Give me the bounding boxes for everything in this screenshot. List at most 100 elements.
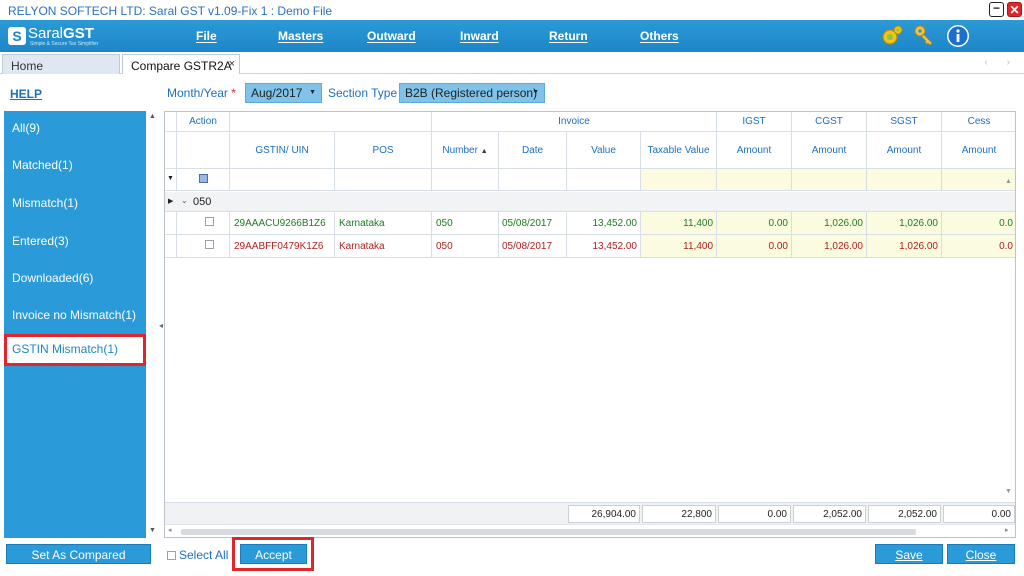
tab-scroll-arrows[interactable]: ‹ › <box>985 57 1018 68</box>
settings-gear-icon[interactable] <box>880 24 904 48</box>
row-gstin: 29AABFF0479K1Z6 <box>230 235 335 258</box>
sidebar-item-downloaded[interactable]: Downloaded(6) <box>4 263 146 291</box>
row-cgst: 1,026.00 <box>792 235 867 258</box>
row-select-checkbox[interactable] <box>177 235 230 258</box>
menu-return[interactable]: Return <box>549 29 588 43</box>
col-band-invoice: Invoice <box>432 112 717 132</box>
row-number: 050 <box>432 212 499 235</box>
grid-vertical-scrollbar[interactable]: ▲ ▼ <box>1003 178 1015 498</box>
info-icon[interactable] <box>946 24 970 48</box>
row-igst: 0.00 <box>717 212 792 235</box>
col-number[interactable]: Number ▲ <box>432 132 499 169</box>
month-year-label: Month/Year * <box>167 86 236 100</box>
col-gstin[interactable]: GSTIN/ UIN <box>230 132 335 169</box>
comparison-grid: Action Invoice IGST CGST SGST Cess GSTIN… <box>164 111 1016 538</box>
collapse-panel-icon[interactable]: ◂ <box>159 321 163 330</box>
menu-outward[interactable]: Outward <box>367 29 416 43</box>
filter-number[interactable] <box>432 169 499 191</box>
logo-mark: S <box>8 27 26 45</box>
scrollbar-thumb[interactable] <box>181 529 916 535</box>
row-select-checkbox[interactable] <box>177 212 230 235</box>
grid-horizontal-scrollbar[interactable]: ◂ ▸ <box>165 524 1015 537</box>
filter-cgst[interactable] <box>792 169 867 191</box>
total-sgst: 2,052.00 <box>868 505 941 523</box>
row-taxable: 11,400 <box>641 212 717 235</box>
scroll-up-icon[interactable]: ▲ <box>1005 178 1012 185</box>
sidebar-scrollbar[interactable]: ▲ ▼ <box>146 111 158 538</box>
filter-gstin[interactable] <box>230 169 335 191</box>
filter-pos[interactable] <box>335 169 432 191</box>
close-button[interactable]: Close <box>947 544 1015 564</box>
sort-ascending-icon: ▲ <box>480 148 488 155</box>
sidebar-item-invoice-no-mismatch[interactable]: Invoice no Mismatch(1) <box>4 300 146 328</box>
col-band-cess: Cess <box>942 112 1015 132</box>
col-igst-amount[interactable]: Amount <box>717 132 792 169</box>
col-date[interactable]: Date <box>499 132 567 169</box>
filter-date[interactable] <box>499 169 567 191</box>
filter-value[interactable] <box>567 169 641 191</box>
window-title: RELYON SOFTECH LTD: Saral GST v1.09-Fix … <box>8 4 333 18</box>
row-date: 05/08/2017 <box>499 212 567 235</box>
col-sgst-amount[interactable]: Amount <box>867 132 942 169</box>
chevron-down-icon: ▼ <box>309 89 316 96</box>
col-band-igst: IGST <box>717 112 792 132</box>
group-row[interactable]: ▶ ⌄ 050 <box>165 192 1015 212</box>
sidebar-item-entered[interactable]: Entered(3) <box>4 226 146 254</box>
menu-masters[interactable]: Masters <box>278 29 323 43</box>
scroll-up-icon[interactable]: ▲ <box>149 113 156 120</box>
saral-gst-logo: S SaralGST Simple & Secure Tax Simplifie… <box>8 25 98 47</box>
row-value: 13,452.00 <box>567 235 641 258</box>
chevron-down-icon: ▼ <box>532 89 539 96</box>
sidebar-item-matched[interactable]: Matched(1) <box>4 150 146 178</box>
tab-strip: Home Compare GSTR2A × ‹ › <box>0 52 1024 74</box>
filter-row-indicator-icon: ▼ <box>165 169 177 191</box>
col-taxable-value[interactable]: Taxable Value <box>641 132 717 169</box>
close-window-button[interactable]: ✕ <box>1007 2 1022 17</box>
set-as-compared-button[interactable]: Set As Compared <box>6 544 151 564</box>
total-cess: 0.00 <box>943 505 1015 523</box>
section-type-label: Section Type <box>328 86 398 100</box>
month-year-select[interactable]: Aug/2017 ▼ <box>245 83 322 103</box>
row-taxable: 11,400 <box>641 235 717 258</box>
scroll-left-icon[interactable]: ◂ <box>168 526 172 534</box>
key-icon[interactable] <box>912 24 936 48</box>
col-pos[interactable]: POS <box>335 132 432 169</box>
menu-inward[interactable]: Inward <box>460 29 499 43</box>
minimize-button[interactable]: − <box>989 2 1004 17</box>
row-indicator-icon: ▶ <box>168 198 174 205</box>
row-sgst: 1,026.00 <box>867 235 942 258</box>
total-value: 26,904.00 <box>568 505 640 523</box>
menu-file[interactable]: File <box>196 29 217 43</box>
help-link[interactable]: HELP <box>10 87 42 101</box>
row-cgst: 1,026.00 <box>792 212 867 235</box>
menu-bar: S SaralGST Simple & Secure Tax Simplifie… <box>0 20 1024 52</box>
tab-close-icon[interactable]: × <box>229 58 235 70</box>
col-cgst-amount[interactable]: Amount <box>792 132 867 169</box>
menu-others[interactable]: Others <box>640 29 679 43</box>
filter-row-checkbox[interactable] <box>177 169 230 191</box>
col-value[interactable]: Value <box>567 132 641 169</box>
sidebar-item-mismatch[interactable]: Mismatch(1) <box>4 188 146 216</box>
scroll-right-icon[interactable]: ▸ <box>1005 526 1009 534</box>
logo-tagline: Simple & Secure Tax Simplifier <box>30 41 99 47</box>
filter-taxable[interactable] <box>641 169 717 191</box>
tab-compare-gstr2a[interactable]: Compare GSTR2A × <box>122 54 240 74</box>
accept-button[interactable]: Accept <box>240 544 307 564</box>
filter-sgst[interactable] <box>867 169 942 191</box>
total-igst: 0.00 <box>718 505 791 523</box>
section-type-select[interactable]: B2B (Registered person) ▼ <box>399 83 545 103</box>
col-cess-amount[interactable]: Amount <box>942 132 1015 169</box>
scroll-down-icon[interactable]: ▼ <box>1005 488 1012 495</box>
tab-home[interactable]: Home <box>2 54 120 74</box>
save-button[interactable]: Save <box>875 544 943 564</box>
sidebar-item-gstin-mismatch[interactable]: GSTIN Mismatch(1) <box>4 334 146 366</box>
scroll-down-icon[interactable]: ▼ <box>149 527 156 534</box>
group-expand-icon[interactable]: ⌄ <box>181 196 188 205</box>
status-filter-list: All(9) Matched(1) Mismatch(1) Entered(3)… <box>4 111 146 538</box>
sidebar-item-all[interactable]: All(9) <box>4 113 146 141</box>
total-taxable: 22,800 <box>642 505 716 523</box>
row-pos: Karnataka <box>335 235 432 258</box>
select-all-checkbox[interactable]: Select All <box>167 548 228 562</box>
filter-igst[interactable] <box>717 169 792 191</box>
totals-row: 26,904.00 22,800 0.00 2,052.00 2,052.00 … <box>165 502 1015 524</box>
